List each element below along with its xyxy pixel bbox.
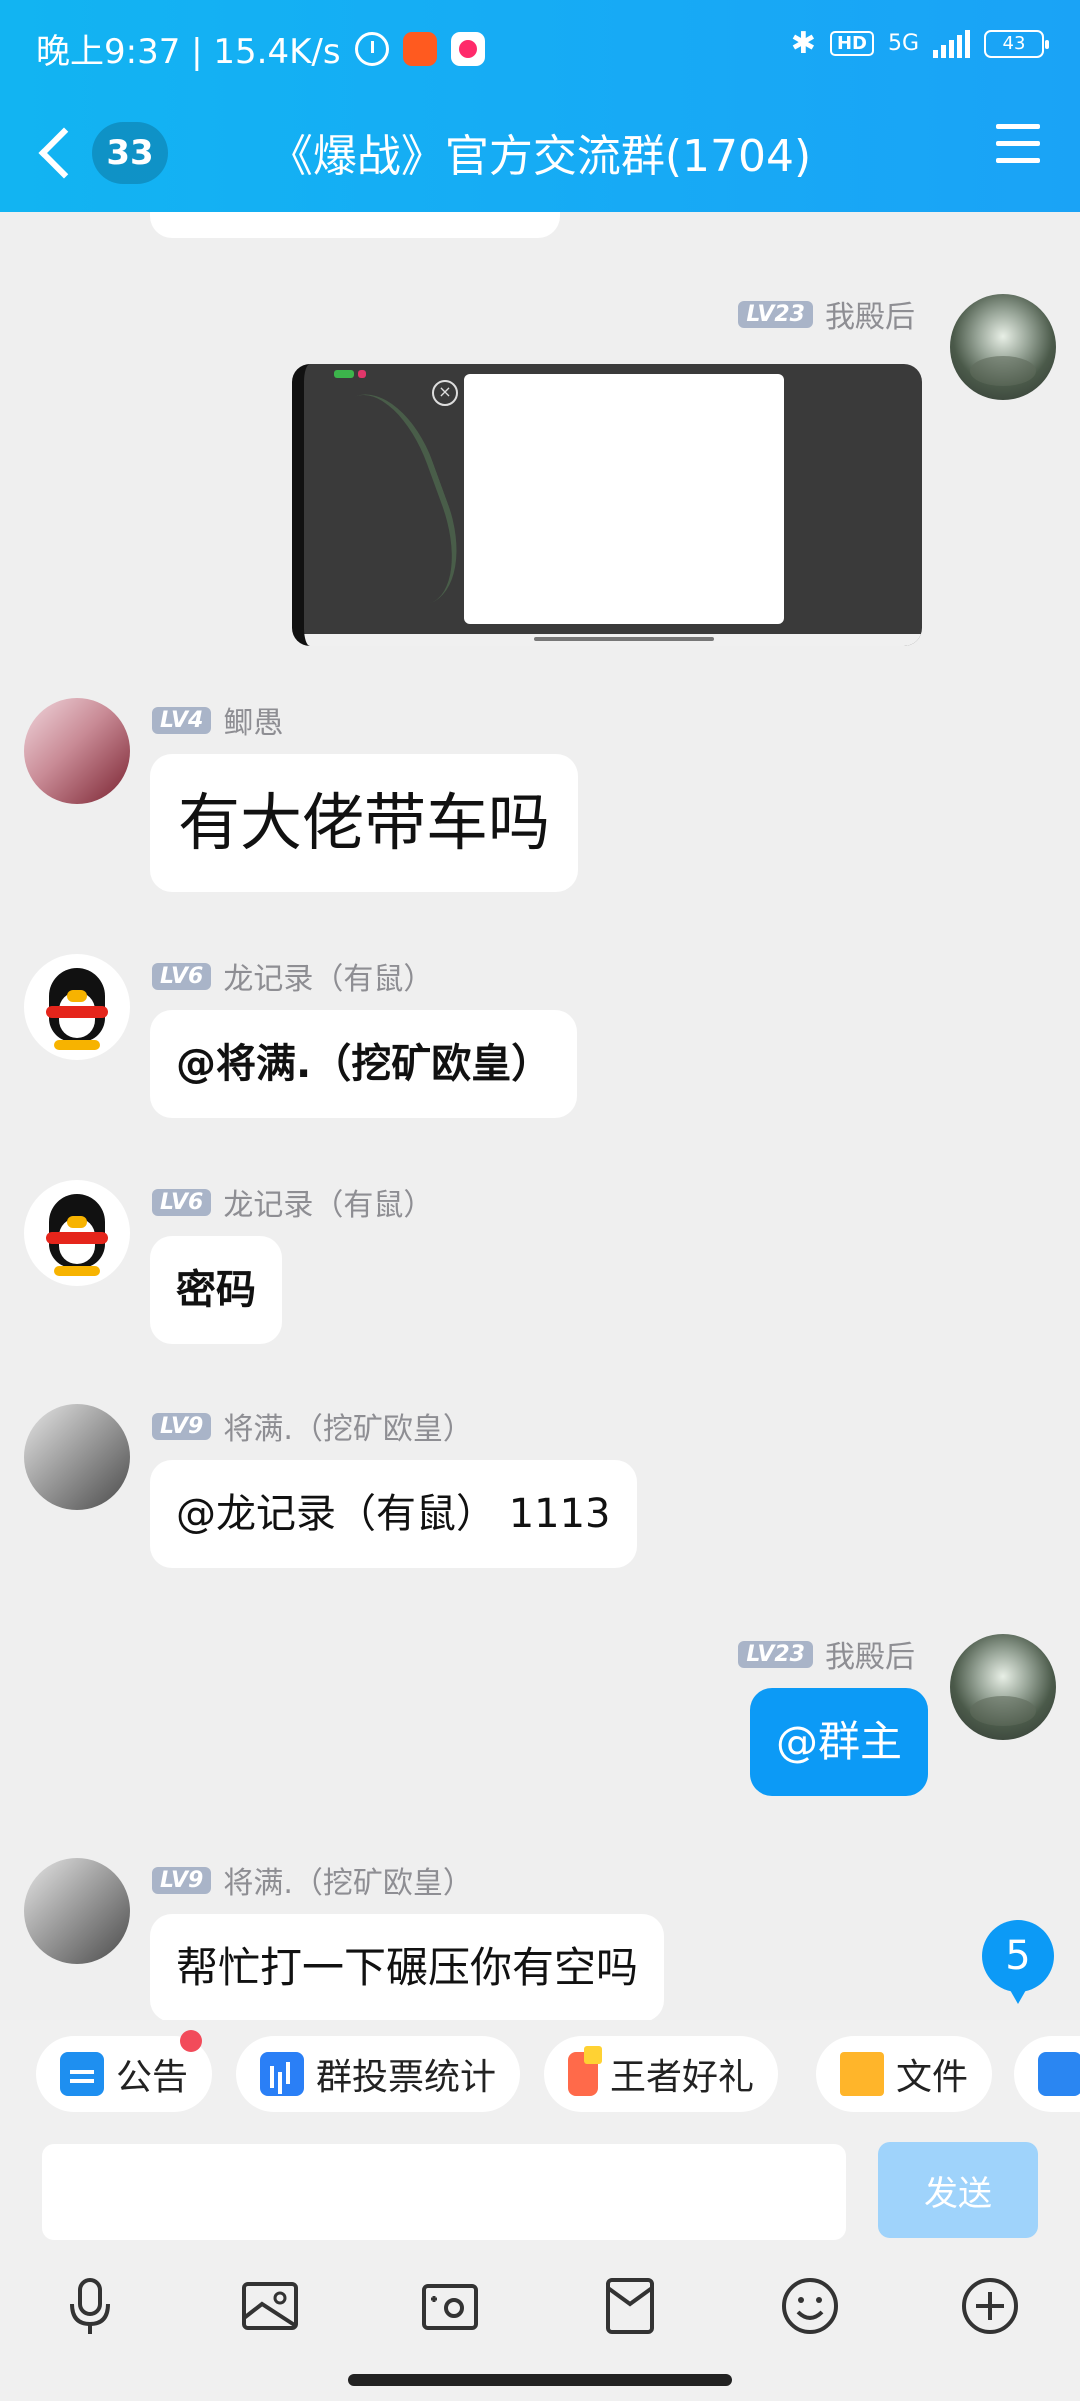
music-app-icon xyxy=(450,31,485,66)
message-meta: LV9 将满.（挖矿欧皇） xyxy=(152,1404,473,1448)
app-header: 晚上9:37 | 15.4K/s ✱ HD 5G 43 33 《爆战》官方交流群… xyxy=(0,0,1080,212)
app-notification-icon xyxy=(402,31,437,66)
sender-name: 龙记录（有鼠） xyxy=(223,1188,434,1223)
folder-icon xyxy=(840,2052,884,2096)
message-meta: LV9 将满.（挖矿欧皇） xyxy=(152,1858,473,1902)
smile-icon xyxy=(782,2278,838,2334)
sender-name: 我殿后 xyxy=(825,300,915,335)
avatar[interactable] xyxy=(950,294,1056,400)
album-chip[interactable] xyxy=(1014,2036,1080,2112)
hd-voice-icon: HD xyxy=(829,31,874,56)
unread-messages-badge[interactable]: 5 xyxy=(982,1920,1054,2004)
sender-name: 鲫愚 xyxy=(223,706,284,741)
chip-label: 群投票统计 xyxy=(316,2057,497,2098)
message-bubble[interactable]: 有大佬带车吗 xyxy=(150,754,579,892)
honor-gift-chip[interactable]: 王者好礼 xyxy=(544,2036,779,2112)
message-bubble-tail xyxy=(150,212,560,238)
avatar[interactable] xyxy=(24,1180,130,1286)
alarm-icon xyxy=(354,31,389,66)
input-toolbar xyxy=(0,2252,1080,2362)
photo-button[interactable] xyxy=(238,2274,302,2338)
notice-icon xyxy=(60,2052,104,2096)
voice-button[interactable] xyxy=(58,2274,122,2338)
message-bubble[interactable]: @龙记录（有鼠） 1113 xyxy=(150,1460,637,1568)
signal-icon xyxy=(933,29,970,58)
avatar[interactable] xyxy=(24,698,130,804)
message-meta: LV23 我殿后 xyxy=(738,1632,915,1676)
notice-badge-dot xyxy=(180,2030,202,2052)
level-badge: LV23 xyxy=(738,1640,813,1668)
message-input[interactable] xyxy=(42,2144,846,2240)
input-area: 发送 xyxy=(0,2132,1080,2252)
level-badge: LV6 xyxy=(152,962,212,990)
red-packet-button[interactable] xyxy=(598,2274,662,2338)
group-title: 《爆战》官方交流群(1704) xyxy=(268,131,812,182)
camera-button[interactable] xyxy=(418,2274,482,2338)
message-meta: LV6 龙记录（有鼠） xyxy=(152,1180,433,1224)
level-badge: LV9 xyxy=(152,1866,212,1894)
camera-icon xyxy=(422,2284,478,2330)
level-badge: LV9 xyxy=(152,1412,212,1440)
close-icon: × xyxy=(432,380,458,406)
album-icon xyxy=(1038,2052,1080,2096)
avatar[interactable] xyxy=(24,1858,130,1964)
avatar[interactable] xyxy=(950,1634,1056,1740)
quick-actions-bar: 公告 群投票统计 王者好礼 文件 xyxy=(0,2020,1080,2132)
menu-button[interactable] xyxy=(996,124,1040,168)
thumb-app-icon xyxy=(358,370,366,378)
gift-icon xyxy=(568,2046,602,2096)
message-bubble[interactable]: 密码 xyxy=(150,1236,282,1344)
status-bar: 晚上9:37 | 15.4K/s ✱ HD 5G 43 xyxy=(0,0,1080,92)
status-right: ✱ HD 5G 43 xyxy=(790,26,1049,61)
network-type: 5G xyxy=(887,31,919,56)
sender-name: 我殿后 xyxy=(825,1640,915,1675)
chat-area[interactable]: LV23 我殿后 × LV4 鲫愚 有大佬带车吗 LV6 龙记录（有鼠） @将满… xyxy=(0,212,1080,2020)
level-badge: LV6 xyxy=(152,1188,212,1216)
bar-chart-icon xyxy=(260,2052,304,2096)
sender-name: 将满.（挖矿欧皇） xyxy=(223,1866,473,1901)
vote-stats-chip[interactable]: 群投票统计 xyxy=(236,2036,521,2112)
message-bubble[interactable]: @将满.（挖矿欧皇） xyxy=(150,1010,578,1118)
sender-name: 龙记录（有鼠） xyxy=(223,962,434,997)
avatar[interactable] xyxy=(24,1404,130,1510)
menu-icon xyxy=(996,124,1040,129)
bluetooth-icon: ✱ xyxy=(790,26,816,61)
image-message[interactable]: × xyxy=(292,364,922,646)
chip-label: 文件 xyxy=(896,2057,969,2098)
battery-icon: 43 xyxy=(984,29,1049,58)
level-badge: LV23 xyxy=(738,300,813,328)
home-indicator[interactable] xyxy=(0,2362,1080,2401)
message-bubble-self[interactable]: @群主 xyxy=(749,1688,928,1796)
thumb-home-bar xyxy=(304,634,922,646)
message-bubble[interactable]: 帮忙打一下碾压你有空吗 xyxy=(150,1914,665,2020)
thumb-status-icons xyxy=(334,370,354,378)
status-left: 晚上9:37 | 15.4K/s xyxy=(36,24,485,73)
status-time-speed: 晚上9:37 | 15.4K/s xyxy=(36,32,341,72)
message-meta: LV4 鲫愚 xyxy=(152,698,283,742)
message-meta: LV23 我殿后 xyxy=(738,292,915,336)
thumb-decoration xyxy=(304,379,478,629)
red-packet-icon xyxy=(606,2278,654,2334)
microphone-icon xyxy=(70,2278,110,2334)
sender-name: 将满.（挖矿欧皇） xyxy=(223,1412,473,1447)
level-badge: LV4 xyxy=(152,706,212,734)
message-meta: LV6 龙记录（有鼠） xyxy=(152,954,433,998)
files-chip[interactable]: 文件 xyxy=(816,2036,993,2112)
chip-label: 公告 xyxy=(116,2057,189,2098)
plus-circle-icon xyxy=(962,2278,1018,2334)
avatar[interactable] xyxy=(24,954,130,1060)
thumb-dialog xyxy=(464,374,784,624)
image-icon xyxy=(242,2282,298,2330)
more-button[interactable] xyxy=(958,2274,1022,2338)
chip-label: 王者好礼 xyxy=(610,2057,755,2098)
emoji-button[interactable] xyxy=(778,2274,842,2338)
title-bar: 33 《爆战》官方交流群(1704) xyxy=(0,100,1080,200)
send-button[interactable]: 发送 xyxy=(878,2142,1038,2238)
